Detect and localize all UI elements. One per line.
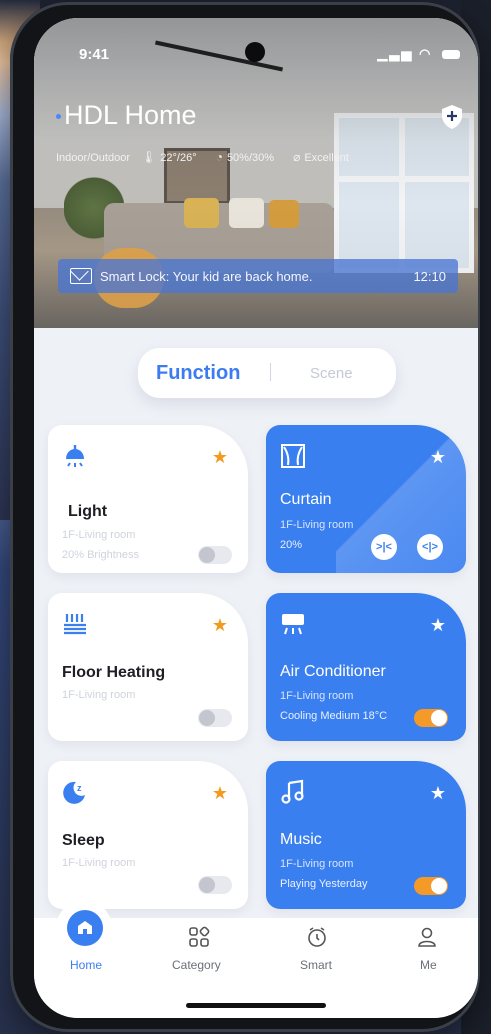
- device-room: 1F-Living room: [280, 519, 354, 531]
- signal-icon: ▁▃▅: [377, 46, 414, 61]
- home-title[interactable]: HDL Home: [56, 100, 197, 131]
- env-temperature: 22°/26°: [160, 152, 197, 164]
- card-highlight: [336, 425, 466, 573]
- power-toggle[interactable]: [414, 877, 448, 895]
- environment-readout: Indoor/Outdoor 🌡 22°/26° ◔ 50%/30% ⌀ Excell…: [56, 150, 365, 164]
- air-conditioner-icon: [282, 614, 304, 635]
- device-name: Light: [68, 503, 108, 520]
- power-toggle[interactable]: [198, 546, 232, 564]
- nav-home-button[interactable]: [67, 910, 103, 946]
- notification-time: 12:10: [413, 269, 446, 284]
- sleep-moon-icon: z: [63, 781, 85, 804]
- favorite-star-icon[interactable]: ★: [430, 615, 446, 636]
- profile-icon[interactable]: [416, 926, 438, 948]
- toggle-knob: [199, 547, 215, 563]
- device-status: 20%: [280, 539, 303, 551]
- device-card-curtain[interactable]: ★ Curtain 1F-Living room 20% >|< <|>: [266, 425, 466, 573]
- mail-icon: [70, 268, 92, 284]
- wifi-icon: ◠: [419, 46, 433, 61]
- status-icons: ▁▃▅ ◠: [377, 46, 460, 62]
- curtain-open-button[interactable]: <|>: [417, 534, 443, 560]
- device-status: Cooling Medium 18°C: [280, 710, 388, 722]
- device-name: Air Conditioner: [280, 663, 386, 680]
- notification-bar[interactable]: Smart Lock: Your kid are back home. 12:1…: [58, 259, 458, 293]
- hero-room-photo: 9:41 ▁▃▅ ◠ HDL Home Indoor/Outdoor 🌡 22°/…: [34, 18, 478, 328]
- front-camera: [245, 42, 265, 62]
- favorite-star-icon[interactable]: ★: [430, 447, 446, 468]
- tab-divider: [270, 363, 271, 381]
- device-room: 1F-Living room: [62, 689, 136, 701]
- curtain-close-button[interactable]: >|<: [371, 534, 397, 560]
- favorite-star-icon[interactable]: ★: [212, 783, 228, 804]
- toggle-knob: [199, 710, 215, 726]
- humidity-icon: ◔: [215, 150, 223, 164]
- device-card-sleep[interactable]: z ★ Sleep 1F-Living room: [48, 761, 248, 909]
- toggle-knob: [431, 710, 447, 726]
- home-title-dot: [56, 114, 61, 120]
- music-note-icon: [281, 779, 304, 804]
- favorite-star-icon[interactable]: ★: [430, 783, 446, 804]
- tab-scene[interactable]: Scene: [310, 365, 353, 382]
- status-time: 9:41: [79, 46, 110, 63]
- device-card-floor-heating[interactable]: ★ Floor Heating 1F-Living room: [48, 593, 248, 741]
- home-title-text: HDL Home: [64, 100, 197, 130]
- device-status: 20% Brightness: [62, 549, 140, 561]
- tab-function[interactable]: Function: [156, 362, 240, 385]
- env-air-quality: Excellent: [304, 152, 349, 164]
- env-label: Indoor/Outdoor: [56, 152, 130, 164]
- device-card-air-conditioner[interactable]: ★ Air Conditioner 1F-Living room Cooling…: [266, 593, 466, 741]
- device-room: 1F-Living room: [62, 857, 136, 869]
- power-toggle[interactable]: [198, 709, 232, 727]
- env-humidity: 50%/30%: [226, 152, 275, 164]
- device-name: Sleep: [62, 832, 105, 849]
- device-status: Playing Yesterday: [280, 878, 368, 890]
- favorite-star-icon[interactable]: ★: [212, 615, 228, 636]
- security-shield-icon[interactable]: [440, 104, 464, 130]
- nav-category-label[interactable]: Category: [172, 958, 221, 972]
- floor-heating-icon: [64, 614, 86, 635]
- env-air-group: ⌀ Excellent: [293, 150, 357, 164]
- phone-screen: 9:41 ▁▃▅ ◠ HDL Home Indoor/Outdoor 🌡 22°/…: [34, 18, 478, 1018]
- power-toggle[interactable]: [414, 709, 448, 727]
- device-name: Floor Heating: [62, 664, 166, 681]
- thermometer-icon: 🌡: [141, 150, 157, 164]
- favorite-star-icon[interactable]: ★: [212, 447, 228, 468]
- notification-message: Smart Lock: Your kid are back home.: [100, 269, 313, 284]
- tab-bar: Function Scene: [138, 348, 396, 398]
- device-room: 1F-Living room: [280, 690, 354, 702]
- nav-me-label[interactable]: Me: [420, 958, 437, 972]
- env-temp-group: 🌡 22°/26°: [141, 150, 205, 164]
- device-card-music[interactable]: ★ Music 1F-Living room Playing Yesterday: [266, 761, 466, 909]
- device-name: Music: [280, 831, 322, 848]
- env-humidity-group: ◔ 50%/30%: [215, 150, 282, 164]
- home-icon: [78, 921, 92, 934]
- smart-timer-icon[interactable]: [306, 926, 328, 948]
- nav-home-label[interactable]: Home: [70, 958, 102, 972]
- home-indicator[interactable]: [186, 1003, 326, 1008]
- battery-icon: [442, 50, 460, 60]
- curtain-icon: [281, 444, 305, 468]
- device-card-light[interactable]: ★ Light 1F-Living room 20% Brightness: [48, 425, 248, 573]
- device-room: 1F-Living room: [62, 529, 136, 541]
- power-toggle[interactable]: [198, 876, 232, 894]
- lamp-icon: [66, 445, 84, 467]
- leaf-icon: ⌀: [293, 150, 301, 164]
- device-room: 1F-Living room: [280, 858, 354, 870]
- category-icon[interactable]: [188, 926, 210, 948]
- device-name: Curtain: [280, 491, 332, 508]
- nav-smart-label[interactable]: Smart: [300, 958, 332, 972]
- svg-text:z: z: [77, 783, 82, 793]
- toggle-knob: [199, 877, 215, 893]
- toggle-knob: [431, 878, 447, 894]
- phone-frame: 9:41 ▁▃▅ ◠ HDL Home Indoor/Outdoor 🌡 22°/…: [10, 2, 480, 1032]
